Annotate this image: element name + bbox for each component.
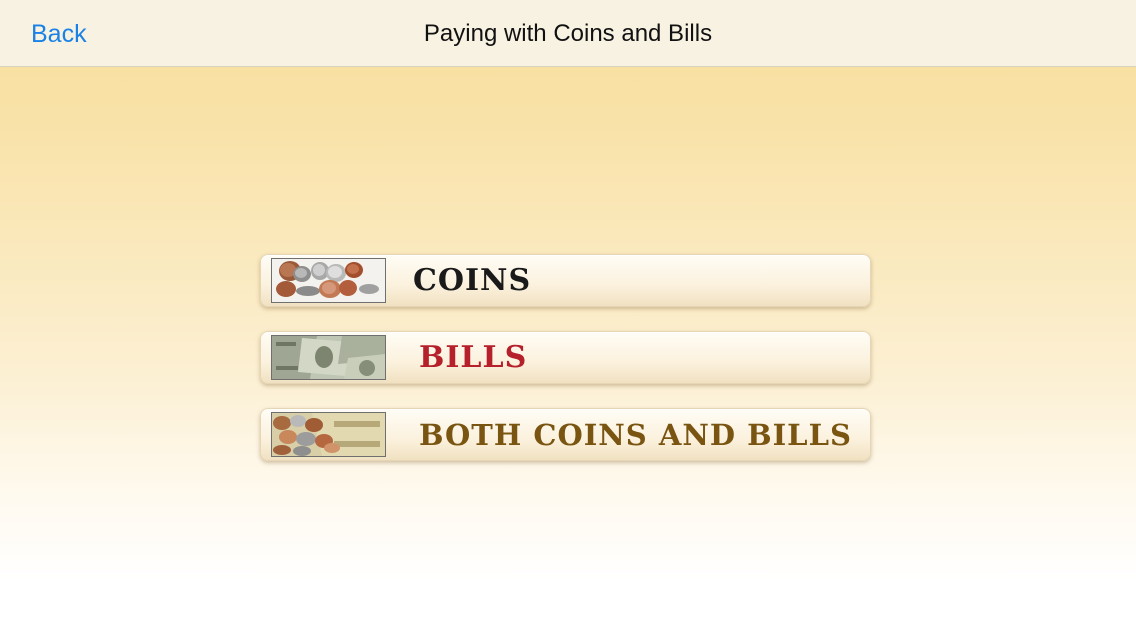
payment-type-menu: COINS BILLS BOTH COINS AND BILLS [260, 254, 871, 485]
page-title: Paying with Coins and Bills [423, 20, 713, 47]
coins-image [271, 258, 386, 303]
coins-menu-item[interactable]: COINS [260, 254, 871, 307]
both-coins-and-bills-label: BOTH COINS AND BILLS [419, 418, 852, 452]
bills-image [271, 335, 386, 380]
bills-menu-item[interactable]: BILLS [260, 331, 871, 384]
both-coins-and-bills-menu-item[interactable]: BOTH COINS AND BILLS [260, 408, 871, 461]
bills-label: BILLS [419, 340, 528, 375]
coins-and-bills-image [271, 412, 386, 457]
app-screen: Back Paying with Coins and Bills COINS B… [0, 0, 1136, 639]
navigation-bar: Back Paying with Coins and Bills [0, 0, 1136, 67]
coins-label: COINS [413, 263, 532, 298]
